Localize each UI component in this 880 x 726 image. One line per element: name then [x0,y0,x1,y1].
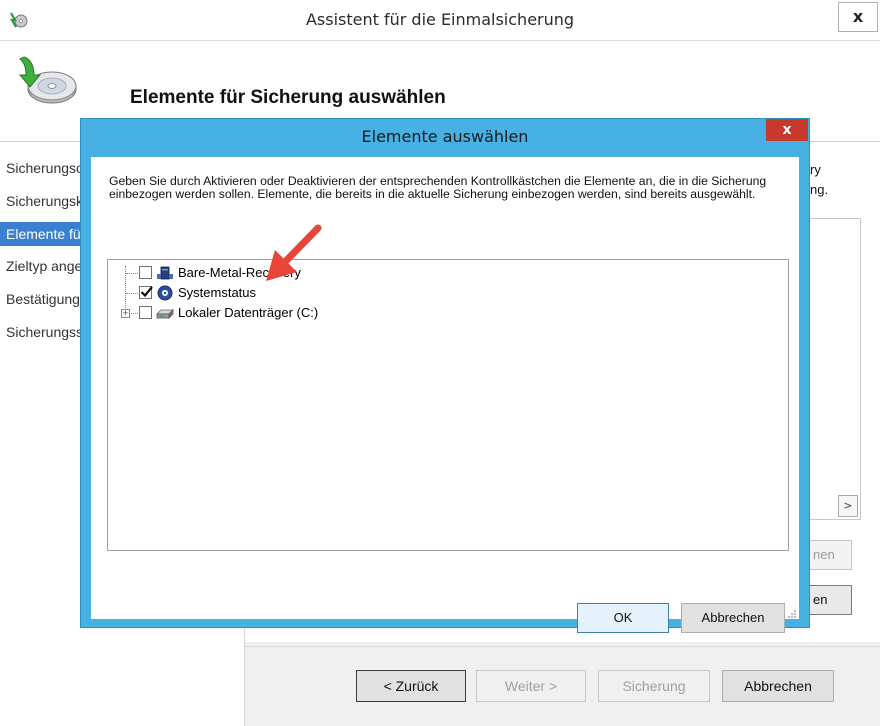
tree-item-label: Bare-Metal-Recovery [178,265,301,280]
scroll-right-button[interactable]: > [838,495,858,517]
footer-separator [245,646,880,647]
wizard-cancel-button[interactable]: Abbrechen [722,670,834,702]
items-tree[interactable]: Bare-Metal-Recovery Systemstatus + Lokal… [107,259,789,551]
dialog-body: Geben Sie durch Aktivieren oder Deaktivi… [91,157,799,633]
resize-grip-icon[interactable] [785,607,797,619]
checkbox-bare-metal[interactable] [139,266,152,279]
tree-item-local-disk[interactable]: + Lokaler Datenträger (C:) [108,304,508,324]
drive-icon [156,309,174,319]
system-state-icon [157,285,173,301]
wizard-titlebar: Assistent für die Einmalsicherung x [0,0,880,41]
wizard-close-button[interactable]: x [838,2,878,32]
dialog-cancel-button[interactable]: Abbrechen [681,603,785,633]
wizard-title: Assistent für die Einmalsicherung [305,10,575,29]
tree-item-bare-metal[interactable]: Bare-Metal-Recovery [108,264,508,284]
wizard-heading: Elemente für Sicherung auswählen [130,87,446,108]
checkmark-icon [140,286,153,298]
wizard-description-text: ry ng. [810,160,828,200]
dialog-description: Geben Sie durch Aktivieren oder Deaktivi… [109,174,767,201]
select-items-dialog: Elemente auswählen x Geben Sie durch Akt… [80,118,810,633]
backup-button[interactable]: Sicherung [598,670,710,702]
bare-metal-icon [157,266,173,280]
wizard-items-list[interactable] [808,218,861,520]
checkbox-system-state[interactable] [139,286,153,299]
dialog-close-button[interactable]: x [766,119,808,141]
back-button[interactable]: < Zurück [356,670,466,702]
add-items-button[interactable]: en [808,585,852,615]
backup-disc-icon [18,56,77,104]
checkbox-local-disk[interactable] [139,306,152,319]
wizard-description-line2: ng. [810,182,829,197]
remove-items-button[interactable]: nen [808,540,852,570]
wizard-description-line1: ry [810,162,821,177]
next-button[interactable]: Weiter > [476,670,586,702]
tree-item-label: Systemstatus [178,285,257,300]
expand-icon[interactable]: + [121,309,130,318]
tree-item-label: Lokaler Datenträger (C:) [178,305,319,320]
dialog-title: Elemente auswählen [361,127,529,146]
ok-button[interactable]: OK [577,603,669,633]
tree-item-system-state[interactable]: Systemstatus [108,284,508,304]
